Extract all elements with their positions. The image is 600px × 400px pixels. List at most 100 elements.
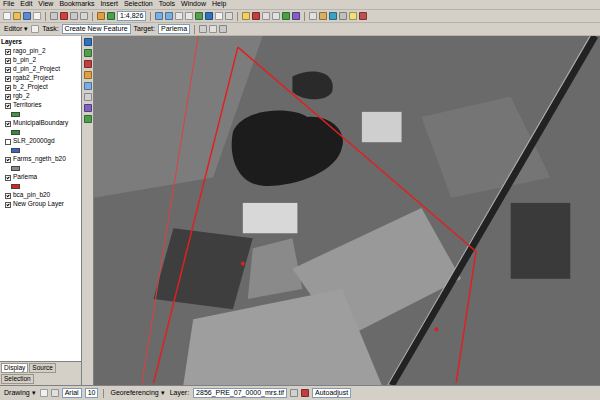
target-dropdown[interactable]: Parlema — [158, 24, 190, 34]
layer-checkbox[interactable] — [5, 76, 11, 82]
zoom-out-icon[interactable] — [165, 12, 173, 20]
menu-item[interactable]: View — [38, 0, 53, 9]
layer-checkbox[interactable] — [5, 49, 11, 55]
layer-checkbox[interactable] — [5, 103, 11, 109]
rotate-icon[interactable] — [209, 25, 217, 33]
undo-icon[interactable] — [70, 12, 78, 20]
forward-icon[interactable] — [225, 12, 233, 20]
zoom-icon[interactable] — [107, 12, 115, 20]
toolbox-icon[interactable] — [84, 115, 92, 123]
layer-checkbox[interactable] — [5, 193, 11, 199]
folder-icon[interactable] — [84, 71, 92, 79]
font-dropdown[interactable]: Arial — [62, 388, 82, 398]
layer-name[interactable]: rgab2_Project — [13, 74, 53, 82]
layer-name[interactable]: Farms_ngeth_b20 — [13, 155, 66, 163]
menu-item[interactable]: Tools — [159, 0, 175, 9]
layer-name[interactable]: b_2_Project — [13, 83, 48, 91]
attributes-icon[interactable] — [219, 25, 227, 33]
menu-item[interactable]: Selection — [124, 0, 153, 9]
layer-row[interactable]: rago_pin_2 — [1, 47, 80, 56]
map-view[interactable] — [94, 36, 600, 385]
editor-menu[interactable]: Editor ▾ — [3, 25, 29, 34]
layer-row[interactable]: bca_pin_b20 — [1, 191, 80, 200]
adjust-dropdown[interactable]: Autoadjust — [312, 388, 351, 398]
fixed-zoom-in-icon[interactable] — [175, 12, 183, 20]
arrow-icon[interactable] — [309, 12, 317, 20]
layer-name[interactable]: MunicipalBoundary — [13, 119, 68, 127]
layer-name[interactable]: rgb_2 — [13, 92, 30, 100]
layer-name[interactable]: d_pin_2_Project — [13, 65, 60, 73]
cut-icon[interactable] — [50, 12, 58, 20]
layer-row[interactable]: rgab2_Project — [1, 74, 80, 83]
layer-name[interactable]: rago_pin_2 — [13, 47, 46, 55]
rotate-icon[interactable] — [51, 389, 59, 397]
control-points-icon[interactable] — [301, 389, 309, 397]
attribute-icon[interactable] — [359, 12, 367, 20]
editor-icon[interactable] — [319, 12, 327, 20]
save-icon[interactable] — [23, 12, 31, 20]
sketch-tool-icon[interactable] — [31, 25, 39, 33]
toc-tab[interactable]: Source — [29, 363, 56, 373]
layer-checkbox[interactable] — [5, 121, 11, 127]
drawing-menu[interactable]: Drawing ▾ — [3, 389, 37, 398]
layer-name[interactable]: Parlema — [13, 173, 37, 181]
back-icon[interactable] — [215, 12, 223, 20]
toc-tab[interactable]: Display — [1, 363, 28, 373]
layer-checkbox[interactable] — [5, 175, 11, 181]
layer-row[interactable]: d_pin_2_Project — [1, 65, 80, 74]
delete-icon[interactable] — [60, 12, 68, 20]
layer-row[interactable]: b_2_Project — [1, 83, 80, 92]
layer-row[interactable]: rgb_2 — [1, 92, 80, 101]
measure-icon[interactable] — [292, 12, 300, 20]
hyperlink-icon[interactable] — [282, 12, 290, 20]
layer-checkbox[interactable] — [5, 58, 11, 64]
menu-item[interactable]: File — [3, 0, 14, 9]
size-dropdown[interactable]: 10 — [85, 388, 99, 398]
layer-name[interactable]: bca_pin_b20 — [13, 191, 50, 199]
zoom-in-icon[interactable] — [155, 12, 163, 20]
layer-name[interactable]: New Group Layer — [13, 200, 64, 208]
layer-name[interactable]: b_pin_2 — [13, 56, 36, 64]
layer-row[interactable]: SLR_20000gd — [1, 137, 80, 146]
georeferencing-menu[interactable]: Georeferencing ▾ — [109, 389, 165, 398]
menu-item[interactable]: Edit — [20, 0, 32, 9]
layer-dropdown[interactable]: 2856_PRE_07_0000_mrs.tif — [193, 388, 287, 398]
graph-icon[interactable] — [339, 12, 347, 20]
tool-icon[interactable] — [84, 93, 92, 101]
open-icon[interactable] — [13, 12, 21, 20]
menu-item[interactable]: Window — [181, 0, 206, 9]
pointer-icon[interactable] — [40, 389, 48, 397]
layers-title[interactable]: Layers — [1, 38, 22, 46]
menu-item[interactable]: Insert — [100, 0, 118, 9]
layer-name[interactable]: SLR_20000gd — [13, 137, 55, 145]
layer-row[interactable]: Parlema — [1, 173, 80, 182]
catalog-icon[interactable] — [84, 104, 92, 112]
layer-checkbox[interactable] — [5, 202, 11, 208]
flag-icon[interactable] — [84, 60, 92, 68]
select-elements-icon[interactable] — [252, 12, 260, 20]
layer-row[interactable]: MunicipalBoundary — [1, 119, 80, 128]
layer-row[interactable]: New Group Layer — [1, 200, 80, 209]
layer-name[interactable]: Territories — [13, 101, 42, 109]
zoom-icon[interactable] — [84, 82, 92, 90]
find-icon[interactable] — [272, 12, 280, 20]
full-extent-icon[interactable] — [205, 12, 213, 20]
print-icon[interactable] — [33, 12, 41, 20]
layer-row[interactable]: b_pin_2 — [1, 56, 80, 65]
layers-group[interactable]: Layers — [1, 38, 80, 47]
select-icon[interactable] — [242, 12, 250, 20]
layer-checkbox[interactable] — [5, 157, 11, 163]
layer-checkbox[interactable] — [5, 139, 11, 145]
layout-icon[interactable] — [329, 12, 337, 20]
new-icon[interactable] — [3, 12, 11, 20]
add-data-icon[interactable] — [97, 12, 105, 20]
scale-field[interactable]: 1:4,826 — [117, 11, 146, 21]
menu-item[interactable]: Help — [212, 0, 226, 9]
split-icon[interactable] — [199, 25, 207, 33]
menu-item[interactable]: Bookmarks — [59, 0, 94, 9]
toc-tab[interactable]: Selection — [1, 374, 34, 384]
fixed-zoom-out-icon[interactable] — [185, 12, 193, 20]
rotate-icon[interactable] — [290, 389, 298, 397]
layer-icon[interactable] — [84, 49, 92, 57]
layer-row[interactable]: Territories — [1, 101, 80, 110]
